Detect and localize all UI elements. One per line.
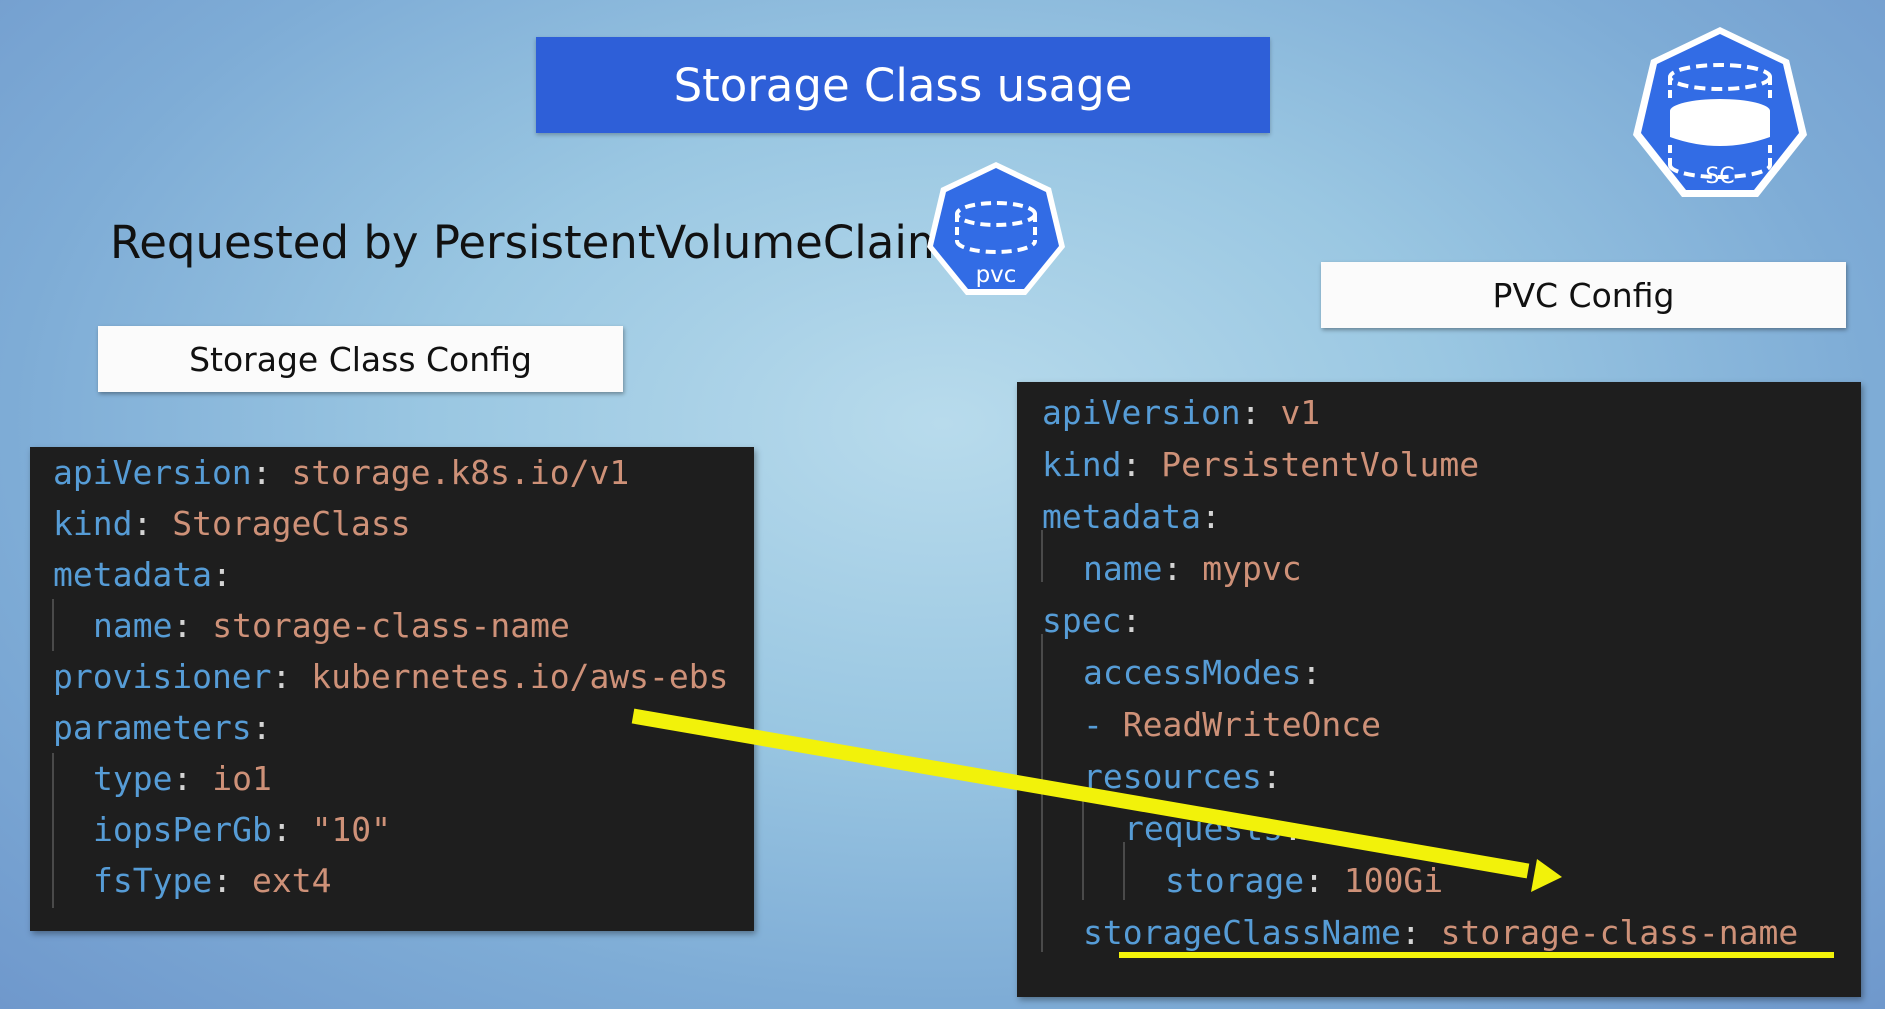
yaml-line: kind: StorageClass <box>53 504 411 543</box>
yaml-key: name <box>93 606 173 645</box>
yaml-value: storage-class-name <box>212 606 570 645</box>
yaml-line: storageClassName: storage-class-name <box>1083 913 1799 952</box>
yaml-line: name: mypvc <box>1083 549 1302 588</box>
indent-guide <box>52 599 54 651</box>
yaml-key: metadata <box>1042 497 1201 536</box>
yaml-line: spec: <box>1042 601 1142 640</box>
pvc-icon: pvc <box>927 162 1065 295</box>
storage-class-config-label: Storage Class Config <box>98 326 623 392</box>
yaml-line: requests: <box>1124 809 1303 848</box>
yaml-value: PersistentVolume <box>1161 445 1480 484</box>
yaml-line: resources: <box>1083 757 1282 796</box>
yaml-line: metadata: <box>1042 497 1221 536</box>
yaml-value: 100Gi <box>1343 861 1444 900</box>
yaml-key: type <box>93 759 173 798</box>
slide-title: Storage Class usage <box>536 37 1270 133</box>
yaml-key: storageClassName <box>1083 913 1401 952</box>
yaml-line: apiVersion: storage.k8s.io/v1 <box>53 453 630 492</box>
yaml-key: kind <box>53 504 133 543</box>
indent-guide <box>1041 634 1043 952</box>
yaml-key: accessModes <box>1083 653 1302 692</box>
yaml-value: ReadWriteOnce <box>1122 705 1382 744</box>
yaml-line: name: storage-class-name <box>93 606 570 645</box>
indent-guide <box>1082 790 1084 900</box>
yaml-line: type: io1 <box>93 759 272 798</box>
yaml-key: requests <box>1124 809 1283 848</box>
yaml-line: provisioner: kubernetes.io/aws-ebs <box>53 657 729 696</box>
yaml-value: mypvc <box>1202 549 1302 588</box>
yaml-value: ext4 <box>251 861 332 900</box>
yaml-key: provisioner <box>53 657 272 696</box>
yaml-key: storage <box>1165 861 1305 900</box>
yaml-value: kubernetes.io/aws-ebs <box>311 657 729 696</box>
yaml-line: accessModes: <box>1083 653 1322 692</box>
yaml-key: apiVersion <box>1042 393 1241 432</box>
yaml-line: metadata: <box>53 555 232 594</box>
yaml-key: kind <box>1042 445 1122 484</box>
yaml-key: iopsPerGb <box>93 810 272 849</box>
yaml-line: parameters: <box>53 708 272 747</box>
yaml-value: "10" <box>311 810 392 849</box>
yaml-value: storage-class-name <box>1440 913 1799 952</box>
pvc-config-label: PVC Config <box>1321 262 1846 328</box>
storage-class-icon: SC <box>1633 27 1807 197</box>
yaml-line: iopsPerGb: "10" <box>93 810 392 849</box>
storage-class-icon-label: SC <box>1705 164 1734 189</box>
yaml-key: apiVersion <box>53 453 252 492</box>
yaml-key: fsType <box>93 861 213 900</box>
yaml-value: io1 <box>212 759 272 798</box>
yaml-value: StorageClass <box>172 504 411 543</box>
slide-subtitle: Requested by PersistentVolumeClaim <box>110 216 951 269</box>
storage-class-yaml-panel: apiVersion: storage.k8s.io/v1 kind: Stor… <box>30 447 754 931</box>
yaml-key: spec <box>1042 601 1122 640</box>
yaml-key: resources <box>1083 757 1262 796</box>
yaml-key: metadata <box>53 555 212 594</box>
yaml-line: storage: 100Gi <box>1165 861 1444 900</box>
indent-guide <box>52 753 54 908</box>
yaml-dash: - <box>1083 705 1123 744</box>
yaml-line: kind: PersistentVolume <box>1042 445 1480 484</box>
pvc-yaml-panel: apiVersion: v1 kind: PersistentVolume me… <box>1017 382 1861 997</box>
yaml-line: fsType: ext4 <box>93 861 332 900</box>
yaml-line: - ReadWriteOnce <box>1083 699 1381 751</box>
yaml-key: parameters <box>53 708 252 747</box>
yaml-value: storage.k8s.io/v1 <box>291 453 630 492</box>
yaml-key: name <box>1083 549 1163 588</box>
yaml-line: apiVersion: v1 <box>1042 393 1321 432</box>
pvc-icon-label: pvc <box>976 262 1017 288</box>
yaml-value: v1 <box>1280 393 1321 432</box>
